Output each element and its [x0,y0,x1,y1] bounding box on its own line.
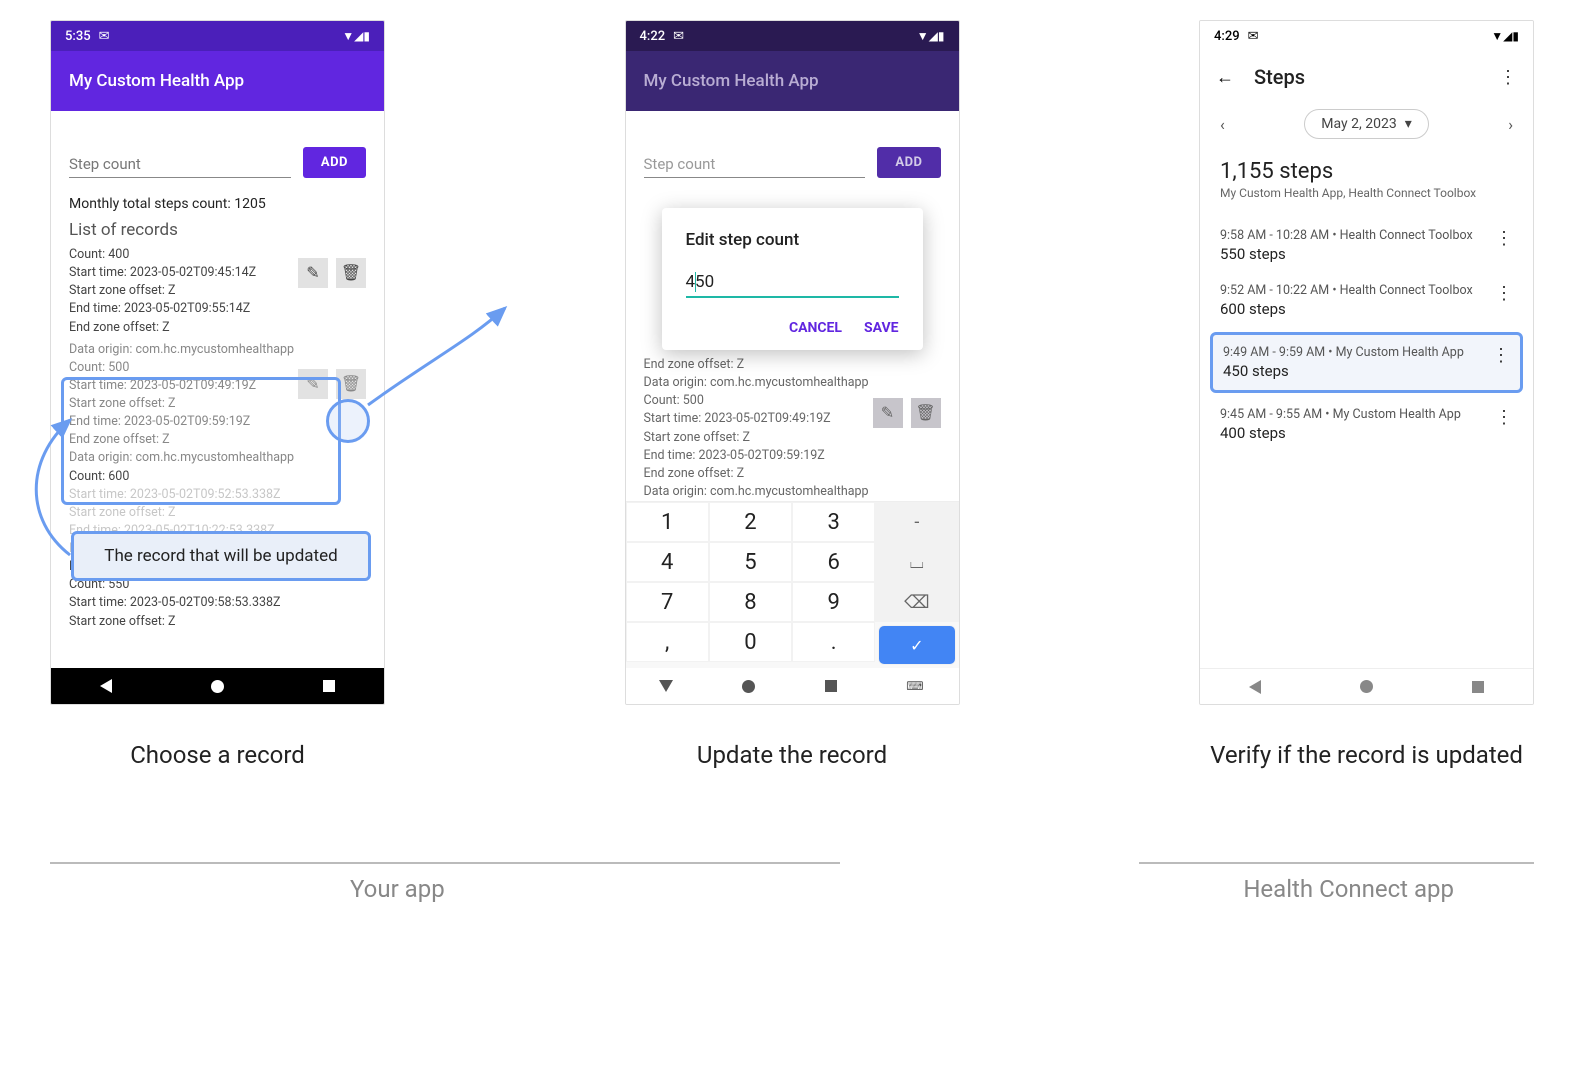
total-steps-subtitle: My Custom Health App, Health Connect Too… [1200,184,1533,218]
group-label-your-app: Your app [350,875,445,903]
nav-home-icon[interactable] [1360,680,1373,693]
key-done[interactable]: ✓ [878,625,955,665]
key-comma[interactable]: , [626,622,709,662]
app-title: My Custom Health App [644,71,819,91]
page-title: Steps [1254,65,1479,89]
key-3[interactable]: 3 [792,502,875,542]
edit-dialog: Edit step count 450 CANCEL SAVE [662,208,923,350]
numeric-keypad: 1 2 3 - 4 5 6 ⌴ 7 8 9 ⌫ , 0 . ✓ [626,501,959,668]
status-time: 4:22 [640,29,666,44]
status-bar: 4:22 ✉ ▼◢▮ [626,21,959,51]
status-bar: 4:29 ✉ ▼◢▮ [1200,21,1533,51]
highlight-selected-record [61,377,341,505]
step-count-input[interactable]: Step count [644,151,866,178]
cancel-button[interactable]: CANCEL [789,320,842,336]
delete-icon[interactable]: 🗑 [911,398,941,428]
phone-choose-record: 5:35 ✉ ▼◢▮ My Custom Health App Step cou… [50,20,385,705]
key-9[interactable]: 9 [792,582,875,622]
records-header: List of records [69,220,366,240]
android-nav-bar [51,668,384,704]
key-minus[interactable]: - [875,502,958,542]
android-nav-bar: ⌨ [626,668,959,704]
mail-icon: ✉ [673,29,684,44]
caption-update: Update the record [625,741,960,769]
date-picker[interactable]: May 2, 2023 ▾ [1304,109,1428,139]
record-item: Count: 400 Start time: 2023-05-02T09:45:… [69,246,366,337]
nav-recent-icon[interactable] [1472,681,1484,693]
divider-your-app [50,862,840,864]
add-button[interactable]: ADD [877,147,940,178]
caption-verify: Verify if the record is updated [1199,741,1534,769]
key-4[interactable]: 4 [626,542,709,582]
app-toolbar: My Custom Health App [51,51,384,111]
status-icons: ▼◢▮ [1491,29,1519,43]
step-entry[interactable]: 9:52 AM - 10:22 AM • Health Connect Tool… [1200,273,1533,328]
keyboard-icon[interactable]: ⌨ [906,679,923,693]
key-7[interactable]: 7 [626,582,709,622]
key-space[interactable]: ⌴ [875,542,958,582]
nav-home-icon[interactable] [211,680,224,693]
next-day-icon[interactable]: › [1508,115,1513,134]
total-steps: 1,155 steps [1200,159,1533,184]
mail-icon: ✉ [99,29,110,44]
status-bar: 5:35 ✉ ▼◢▮ [51,21,384,51]
back-arrow-icon[interactable]: ← [1216,67,1234,88]
bg-record: End zone offset: Z Data origin: com.hc.m… [644,356,941,501]
edit-icon[interactable]: ✎ [298,258,328,288]
save-button[interactable]: SAVE [864,320,899,336]
delete-icon[interactable]: 🗑 [336,258,366,288]
monthly-total: Monthly total steps count: 1205 [69,196,366,212]
android-nav-bar [1200,668,1533,704]
step-entry-highlighted[interactable]: 9:49 AM - 9:59 AM • My Custom Health App… [1210,332,1523,393]
dialog-title: Edit step count [686,230,899,250]
status-icons: ▼◢▮ [342,29,370,43]
nav-back-icon[interactable] [100,679,112,693]
nav-recent-icon[interactable] [323,680,335,692]
step-count-input[interactable]: Step count [69,151,291,178]
prev-day-icon[interactable]: ‹ [1220,115,1225,134]
key-1[interactable]: 1 [626,502,709,542]
nav-recent-icon[interactable] [825,680,837,692]
more-icon[interactable]: ⋮ [1499,67,1517,88]
status-time: 5:35 [65,29,91,44]
dialog-input[interactable]: 450 [686,272,899,298]
dropdown-icon: ▾ [1405,116,1412,132]
entry-more-icon[interactable]: ⋮ [1495,283,1513,304]
edit-icon[interactable]: ✎ [873,398,903,428]
key-8[interactable]: 8 [709,582,792,622]
entry-more-icon[interactable]: ⋮ [1495,407,1513,428]
key-0[interactable]: 0 [709,622,792,662]
entry-more-icon[interactable]: ⋮ [1492,345,1510,366]
status-time: 4:29 [1214,29,1240,44]
nav-back-icon[interactable] [659,680,673,692]
nav-back-icon[interactable] [1249,680,1261,694]
status-icons: ▼◢▮ [917,29,945,43]
step-entry[interactable]: 9:58 AM - 10:28 AM • Health Connect Tool… [1200,218,1533,273]
divider-health-connect [1139,862,1534,864]
callout-label: The record that will be updated [71,531,371,581]
key-backspace[interactable]: ⌫ [875,582,958,622]
key-2[interactable]: 2 [709,502,792,542]
group-label-health-connect: Health Connect app [1243,875,1454,903]
step-entry[interactable]: 9:45 AM - 9:55 AM • My Custom Health App… [1200,397,1533,452]
entry-more-icon[interactable]: ⋮ [1495,228,1513,249]
app-title: My Custom Health App [69,71,244,91]
highlight-edit-button [326,399,370,443]
captions-row: Choose a record Update the record Verify… [50,741,1534,769]
caption-choose: Choose a record [50,741,385,769]
mail-icon: ✉ [1248,29,1259,44]
key-6[interactable]: 6 [792,542,875,582]
add-button[interactable]: ADD [303,147,366,178]
phone-update-record: 4:22 ✉ ▼◢▮ My Custom Health App Step cou… [625,20,960,705]
phone-verify-record: 4:29 ✉ ▼◢▮ ← Steps ⋮ ‹ May 2, 2023 ▾ › 1… [1199,20,1534,705]
key-period[interactable]: . [792,622,875,662]
app-toolbar: My Custom Health App [626,51,959,111]
nav-home-icon[interactable] [742,680,755,693]
key-5[interactable]: 5 [709,542,792,582]
